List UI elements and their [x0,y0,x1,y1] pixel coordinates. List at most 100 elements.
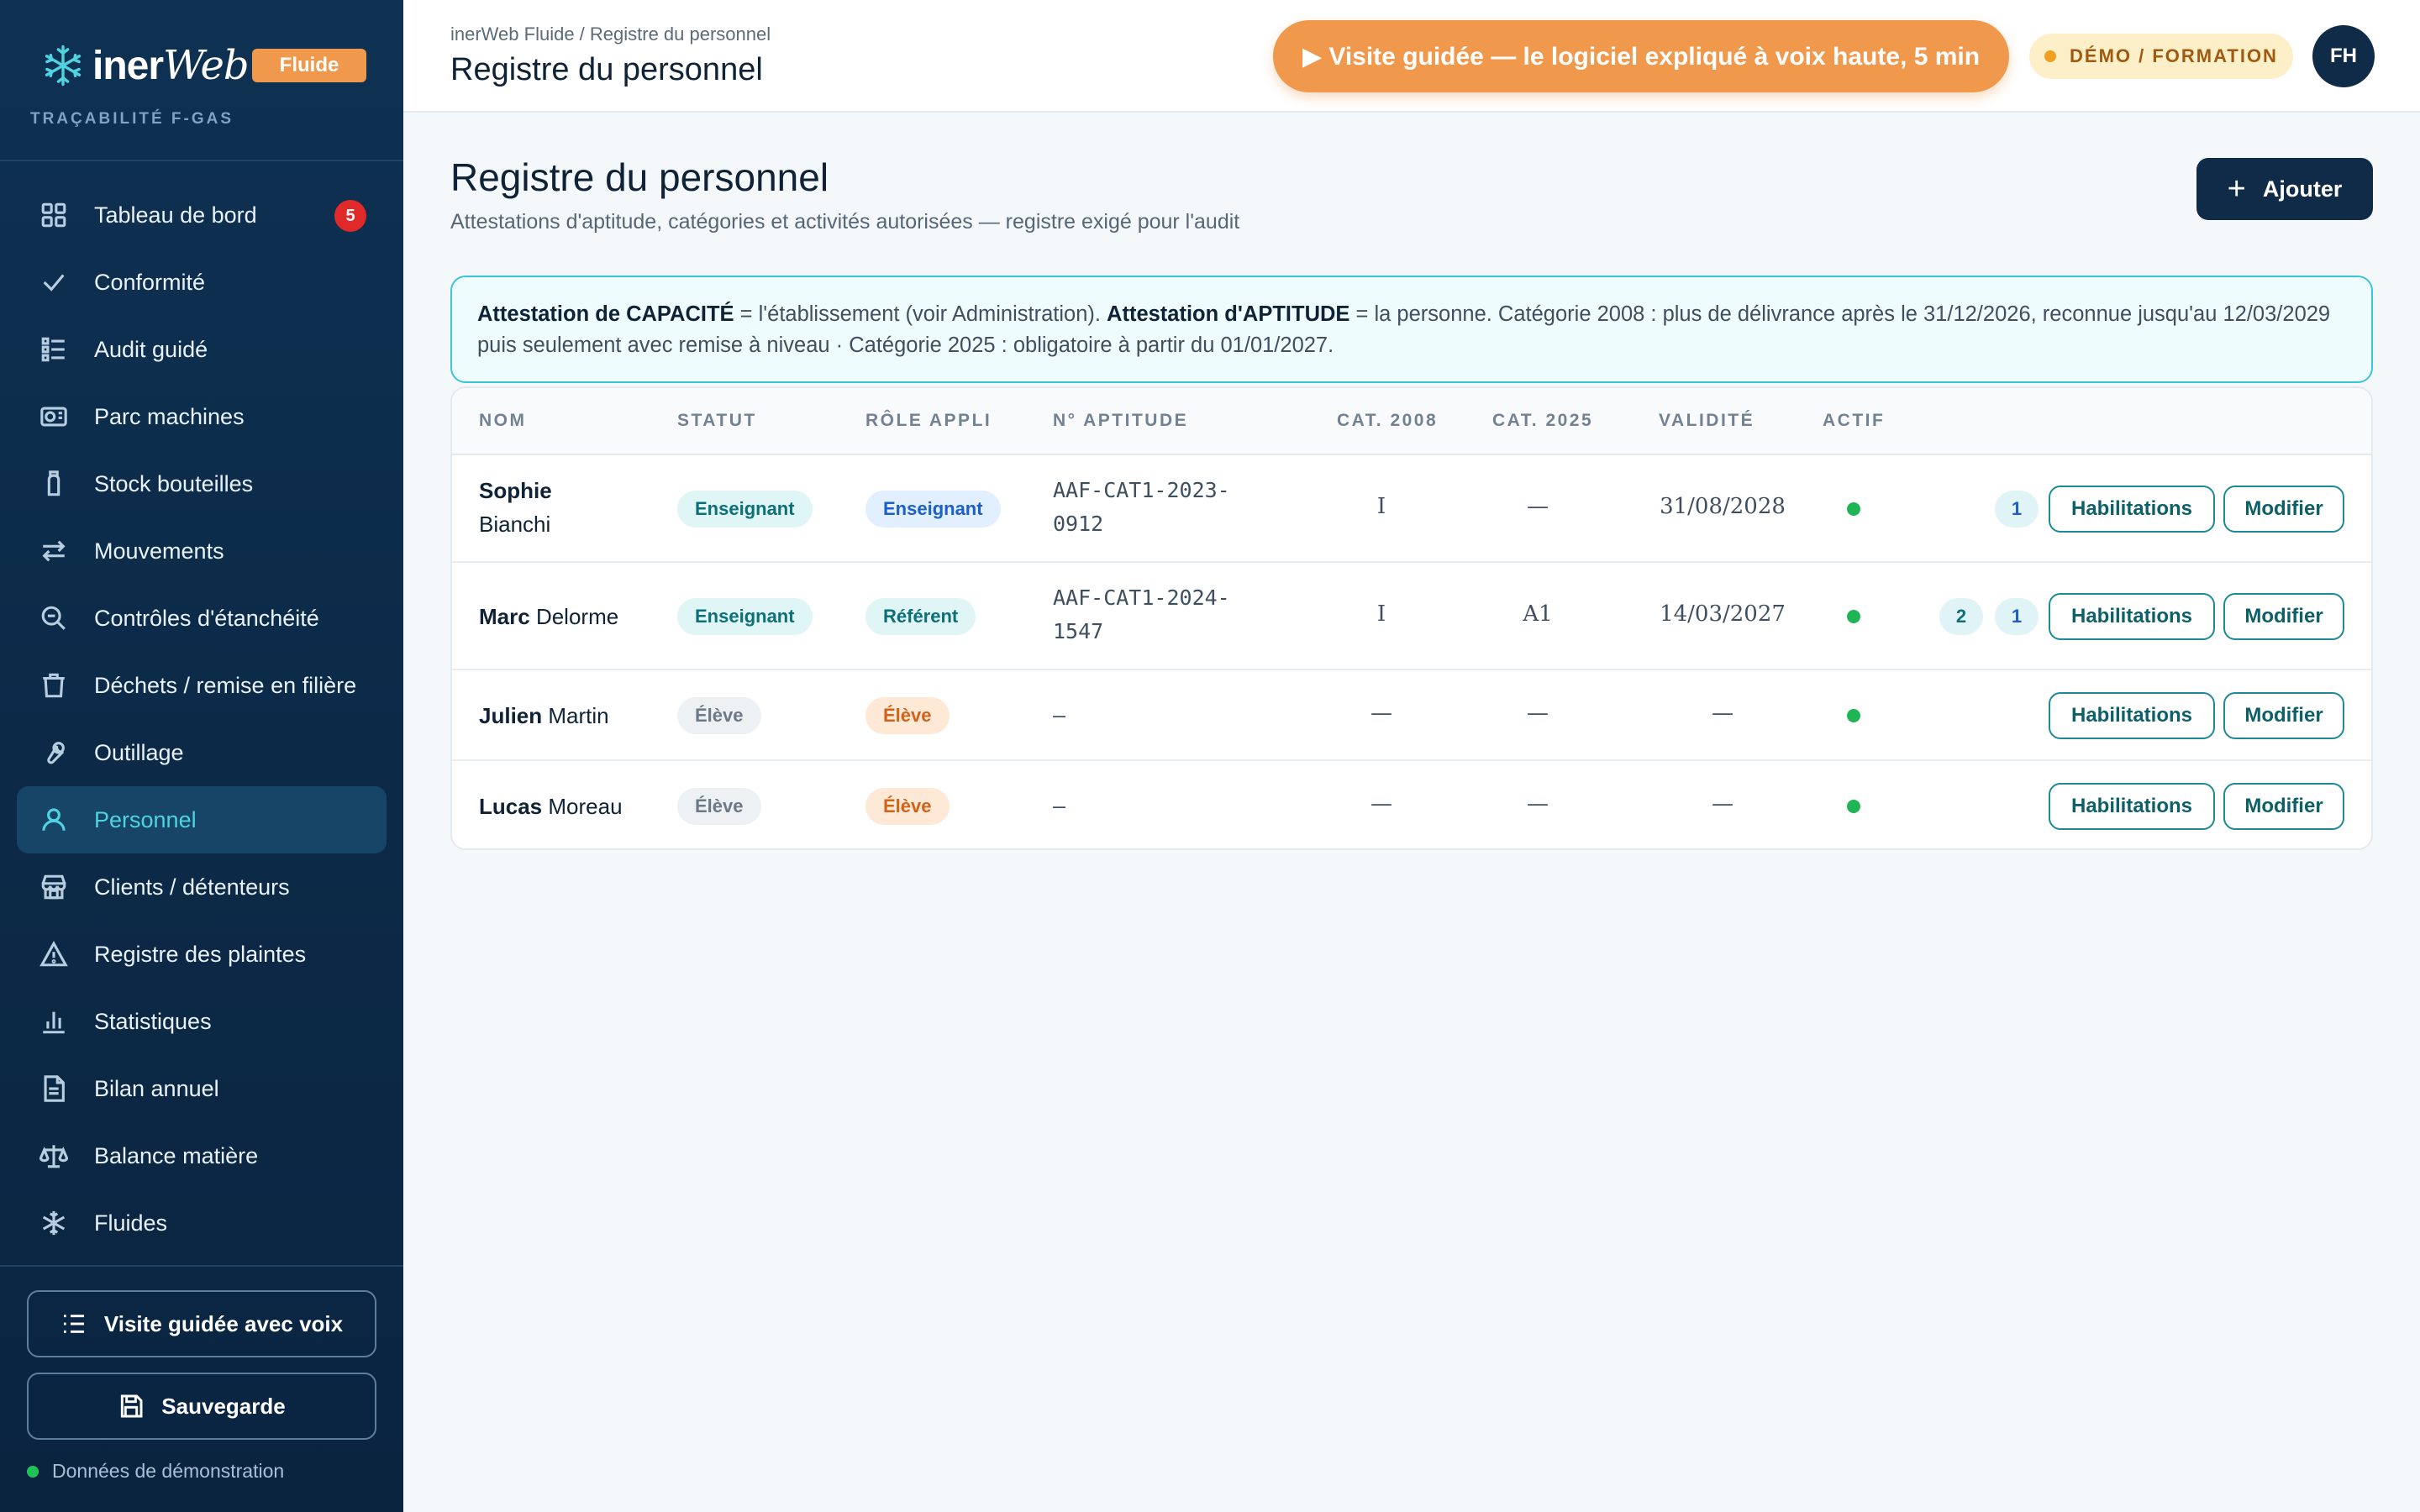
cat-2008-value: — [1370,701,1392,726]
sidebar-item-statistiques[interactable]: Statistiques [17,988,387,1055]
column-header-aptitude[interactable]: N° APTITUDE [1053,411,1188,431]
sidebar-item-label: Tableau de bord [94,202,257,228]
active-indicator [1847,502,1860,516]
aptitude-number: — [1053,703,1066,727]
sidebar-item-tableau-de-bord[interactable]: Tableau de bord 5 [17,181,387,249]
table-row[interactable]: Marc Delorme Enseignant Référent AAF-CAT… [452,563,2371,670]
add-label: Ajouter [2262,176,2343,202]
sidebar-item-label: Clients / détenteurs [94,874,290,900]
person-name: Sophie Bianchi [479,478,552,537]
role-badge: Élève [865,697,950,734]
sidebar-item-label: Personnel [94,806,197,832]
habilitations-button[interactable]: Habilitations [2049,486,2215,533]
validity-date: — [1712,791,1733,816]
column-header-statut[interactable]: STATUT [677,411,757,431]
sidebar-item-registre-plaintes[interactable]: Registre des plaintes [17,921,387,988]
table-row[interactable]: Julien Martin Élève Élève — — — — Habili… [452,670,2371,761]
cat-2025-value: A1 [1523,601,1553,627]
aptitude-number: — [1053,794,1066,818]
column-header-nom[interactable]: NOM [479,411,527,431]
modifier-button[interactable]: Modifier [2223,486,2344,533]
machine-icon [39,402,69,432]
sidebar-item-stock-bouteilles[interactable]: Stock bouteilles [17,450,387,517]
sidebar-item-clients[interactable]: Clients / détenteurs [17,853,387,921]
column-header-validite[interactable]: VALIDITÉ [1659,411,1754,431]
sidebar-item-conformite[interactable]: Conformité [17,249,387,316]
info-capacity-text: = l'établissement (voir Administration). [734,302,1107,326]
page-title: Registre du personnel [450,155,829,199]
guided-tour-voice-button[interactable]: Visite guidée avec voix [27,1290,376,1357]
sidebar-item-personnel[interactable]: Personnel [17,786,387,853]
scale-icon [39,1141,69,1171]
sidebar-item-fluides[interactable]: Fluides [17,1189,387,1257]
sidebar-item-controles-etancheite[interactable]: Contrôles d'étanchéité [17,585,387,652]
column-header-cat2008[interactable]: CAT. 2008 [1337,411,1438,431]
wrench-icon [39,738,69,768]
habilitations-button[interactable]: Habilitations [2049,783,2215,830]
habilitations-button[interactable]: Habilitations [2049,593,2215,640]
role-badge: Enseignant [865,491,1001,528]
status-badge: Élève [677,697,761,734]
modifier-button[interactable]: Modifier [2223,783,2344,830]
sidebar-item-outillage[interactable]: Outillage [17,719,387,786]
sidebar-item-bilan-annuel[interactable]: Bilan annuel [17,1055,387,1122]
validity-date: 14/03/2027 [1660,601,1786,627]
demo-mode-label: DÉMO / FORMATION [2070,45,2278,66]
active-indicator [1847,709,1860,722]
brand-logo[interactable]: inerWeb [40,42,250,89]
personnel-table: NOM STATUT RÔLE APPLI N° APTITUDE CAT. 2… [450,386,2373,850]
sidebar-item-label: Contrôles d'étanchéité [94,605,319,631]
cat-2008-value: — [1370,791,1392,816]
guided-tour-button[interactable]: ▶ Visite guidée — le logiciel expliqué à… [1273,20,2009,92]
modifier-button[interactable]: Modifier [2223,593,2344,640]
brand-subtitle: TRAÇABILITÉ F-GAS [30,110,234,128]
sidebar-item-audit-guide[interactable]: Audit guidé [17,316,387,383]
count-badge: 2 [1939,598,1983,635]
table-row[interactable]: Sophie Bianchi Enseignant Enseignant AAF-… [452,455,2371,563]
cat-2025-value: — [1527,494,1549,519]
trash-icon [39,670,69,701]
sidebar-item-parc-machines[interactable]: Parc machines [17,383,387,450]
column-header-role[interactable]: RÔLE APPLI [865,411,992,431]
add-button[interactable]: + Ajouter [2196,158,2373,220]
person-name: Lucas Moreau [479,794,623,819]
modifier-button[interactable]: Modifier [2223,692,2344,739]
notification-badge: 5 [334,200,366,232]
snowflake-icon [39,1208,69,1238]
sidebar-divider [0,1265,403,1267]
sidebar-item-label: Conformité [94,269,206,295]
save-icon [121,1394,143,1418]
sidebar-divider [0,160,403,161]
sidebar-item-label: Balance matière [94,1142,259,1168]
column-header-actif[interactable]: ACTIF [1823,411,1885,431]
column-header-cat2025[interactable]: CAT. 2025 [1492,411,1593,431]
sidebar-item-label: Bilan annuel [94,1075,219,1101]
save-label: Sauvegarde [161,1393,286,1419]
search-icon [39,603,69,633]
plus-icon: + [2227,171,2246,207]
save-button[interactable]: Sauvegarde [27,1373,376,1440]
breadcrumb[interactable]: inerWeb Fluide / Registre du personnel [450,24,771,45]
cat-2025-value: — [1527,791,1549,816]
table-row[interactable]: Lucas Moreau Élève Élève — — — — Habilit… [452,761,2371,848]
sidebar-item-label: Registre des plaintes [94,941,307,967]
sidebar-item-balance-matiere[interactable]: Balance matière [17,1122,387,1189]
sidebar-item-mouvements[interactable]: Mouvements [17,517,387,585]
status-dot [2044,50,2057,62]
cat-2008-value: I [1376,601,1386,627]
person-name: Marc Delorme [479,604,619,629]
demo-mode-badge: DÉMO / FORMATION [2029,34,2293,79]
sidebar-item-label: Outillage [94,739,184,765]
avatar[interactable]: FH [2312,25,2375,87]
active-indicator [1847,800,1860,813]
habilitations-button[interactable]: Habilitations [2049,692,2215,739]
status-badge: Enseignant [677,491,813,528]
count-badge: 1 [1995,491,2039,528]
sidebar-item-dechets[interactable]: Déchets / remise en filière [17,652,387,719]
grid-icon [39,200,69,230]
document-icon [39,1074,69,1104]
validity-date: — [1712,701,1733,726]
cat-2025-value: — [1527,701,1549,726]
status-dot [27,1465,39,1478]
brand-product-pill: Fluide [252,49,366,82]
